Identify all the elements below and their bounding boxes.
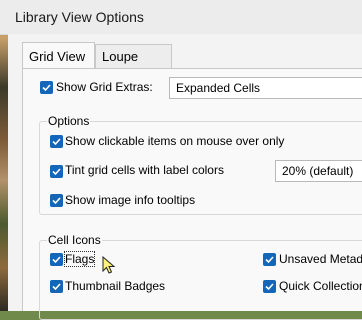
checkmark-icon — [52, 168, 61, 176]
options-group-title: Options — [47, 114, 91, 128]
tint-amount-select[interactable]: 20% (default) — [275, 160, 362, 182]
checkmark-icon — [52, 197, 61, 205]
grid-extras-value: Expanded Cells — [176, 81, 261, 95]
quick-collection-label: Quick Collection M — [279, 279, 362, 293]
grid-view-panel: Show Grid Extras: Expanded Cells Options… — [22, 68, 362, 320]
unsaved-metadata-label: Unsaved Metadata — [279, 252, 362, 266]
tab-loupe-view[interactable]: Loupe View — [95, 44, 172, 88]
grid-extras-select[interactable]: Expanded Cells — [169, 77, 362, 99]
flags-checkbox[interactable] — [50, 253, 63, 266]
flags-label: Flags — [63, 251, 96, 267]
tint-amount-value: 20% (default) — [282, 164, 354, 178]
thumbnail-badges-label: Thumbnail Badges — [65, 279, 166, 293]
tint-grid-cells-checkbox[interactable] — [50, 165, 63, 178]
checkmark-icon — [265, 283, 274, 291]
quick-collection-checkbox[interactable] — [263, 280, 276, 293]
title-bar: Library View Options — [0, 0, 362, 35]
checkmark-icon — [265, 256, 274, 264]
window-title: Library View Options — [15, 9, 144, 25]
show-image-info-tooltips-checkbox[interactable] — [50, 194, 63, 207]
checkmark-icon — [52, 138, 61, 146]
show-clickable-items-checkbox[interactable] — [50, 135, 63, 148]
tint-grid-cells-label: Tint grid cells with label colors — [65, 163, 224, 177]
cell-icons-group-title: Cell Icons — [47, 233, 102, 247]
show-grid-extras-label: Show Grid Extras: — [56, 80, 153, 94]
unsaved-metadata-checkbox[interactable] — [263, 253, 276, 266]
tab-grid-view-label: Grid View — [29, 49, 86, 64]
thumbnail-badges-checkbox[interactable] — [50, 280, 63, 293]
checkmark-icon — [52, 256, 61, 264]
show-clickable-items-label: Show clickable items on mouse over only — [65, 134, 285, 148]
show-grid-extras-checkbox[interactable] — [40, 81, 53, 94]
checkmark-icon — [42, 84, 51, 92]
show-image-info-tooltips-label: Show image info tooltips — [65, 193, 196, 207]
tab-grid-view[interactable]: Grid View — [22, 42, 95, 68]
checkmark-icon — [52, 283, 61, 291]
mouse-cursor-icon — [102, 256, 116, 274]
